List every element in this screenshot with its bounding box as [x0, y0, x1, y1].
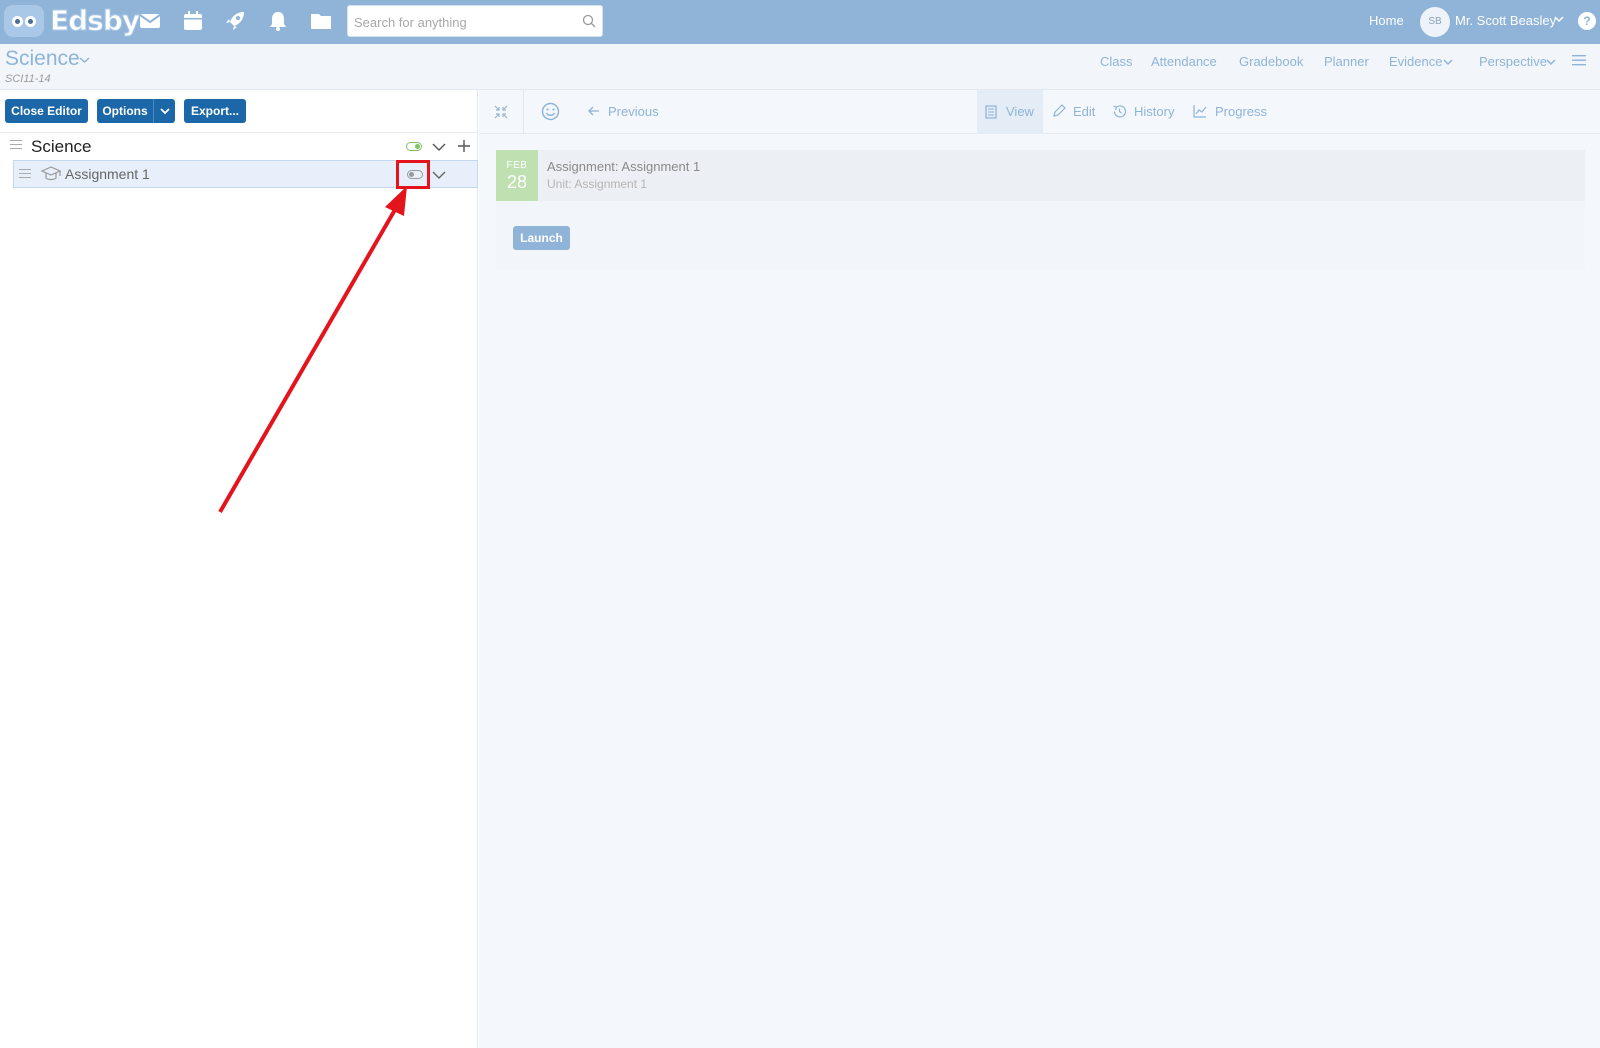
- document-icon: [985, 105, 997, 119]
- smiley-icon[interactable]: [541, 102, 560, 121]
- tab-progress[interactable]: Progress: [1215, 104, 1267, 119]
- close-editor-button[interactable]: Close Editor: [5, 99, 88, 123]
- options-dropdown-toggle[interactable]: [153, 99, 175, 123]
- pencil-icon[interactable]: [1052, 104, 1066, 118]
- tree-root-science[interactable]: Science: [0, 134, 478, 160]
- nav-planner[interactable]: Planner: [1324, 54, 1369, 69]
- visibility-toggle-icon[interactable]: [406, 142, 422, 151]
- planner-tree-panel: Close Editor Options Export... Science A…: [0, 90, 478, 1048]
- detail-toolbar: Previous View Edit History Progress: [479, 90, 1600, 134]
- tree-item-title: Assignment 1: [65, 166, 150, 182]
- nav-evidence[interactable]: Evidence: [1389, 54, 1442, 69]
- help-icon[interactable]: ?: [1578, 12, 1596, 30]
- rocket-icon[interactable]: [224, 10, 248, 34]
- tab-view-label: View: [1006, 104, 1034, 119]
- course-code: SCI11-14: [5, 73, 51, 85]
- assignment-title: Assignment: Assignment 1: [547, 159, 701, 174]
- annotation-highlight-box: [396, 160, 430, 189]
- home-link[interactable]: Home: [1369, 13, 1404, 28]
- tab-edit[interactable]: Edit: [1073, 104, 1095, 119]
- nav-perspective[interactable]: Perspective: [1479, 54, 1547, 69]
- launch-button[interactable]: Launch: [513, 226, 570, 250]
- edsby-logo[interactable]: Edsby: [4, 3, 141, 39]
- chevron-down-icon[interactable]: [432, 171, 446, 180]
- chevron-down-icon[interactable]: [432, 143, 446, 152]
- due-month: FEB: [506, 160, 528, 171]
- chevron-down-icon: [160, 108, 170, 115]
- robot-logo-icon: [4, 5, 44, 37]
- top-bar: Edsby Home SB Mr. Scott Beasley ?: [0, 0, 1600, 44]
- chart-line-icon[interactable]: [1193, 104, 1207, 118]
- nav-class[interactable]: Class: [1100, 54, 1133, 69]
- calendar-icon[interactable]: [182, 10, 206, 34]
- tab-history[interactable]: History: [1134, 104, 1174, 119]
- chevron-down-icon[interactable]: [1443, 59, 1453, 66]
- options-label: Options: [102, 104, 148, 118]
- options-button[interactable]: Options: [97, 99, 175, 123]
- mail-icon[interactable]: [139, 10, 163, 34]
- assignment-card-header: FEB 28 Assignment: Assignment 1 Unit: As…: [496, 150, 1585, 201]
- divider: [523, 90, 524, 134]
- chevron-down-icon[interactable]: [1554, 15, 1564, 23]
- chevron-down-icon[interactable]: [1546, 59, 1556, 66]
- global-search[interactable]: [347, 5, 603, 37]
- graduation-cap-icon: [41, 166, 61, 181]
- drag-handle-icon[interactable]: [19, 169, 31, 179]
- hamburger-menu-icon[interactable]: [1572, 54, 1586, 66]
- folder-icon[interactable]: [310, 10, 334, 34]
- assignment-unit: Unit: Assignment 1: [547, 177, 648, 191]
- avatar[interactable]: SB: [1420, 7, 1450, 37]
- assignment-card: FEB 28 Assignment: Assignment 1 Unit: As…: [496, 150, 1585, 270]
- search-icon[interactable]: [582, 14, 596, 28]
- previous-link[interactable]: Previous: [608, 104, 659, 119]
- nav-attendance[interactable]: Attendance: [1151, 54, 1217, 69]
- course-header: Science SCI11-14 Class Attendance Gradeb…: [0, 44, 1600, 90]
- course-title[interactable]: Science: [5, 47, 80, 71]
- item-detail-panel: Previous View Edit History Progress FEB …: [479, 90, 1600, 1048]
- export-button[interactable]: Export...: [184, 99, 246, 123]
- arrow-left-icon[interactable]: [587, 105, 600, 117]
- drag-handle-icon[interactable]: [10, 140, 22, 150]
- tree-root-title: Science: [31, 137, 92, 156]
- history-icon[interactable]: [1112, 104, 1127, 119]
- chevron-down-icon[interactable]: [79, 56, 90, 64]
- search-input[interactable]: [354, 12, 574, 32]
- bell-icon[interactable]: [267, 10, 291, 34]
- due-day: 28: [506, 172, 528, 192]
- due-date-badge: FEB 28: [496, 150, 538, 201]
- divider: [0, 132, 478, 133]
- logo-text: Edsby: [49, 4, 140, 38]
- collapse-icon[interactable]: [494, 105, 508, 119]
- tab-view[interactable]: View: [977, 90, 1043, 134]
- add-icon[interactable]: [457, 139, 471, 153]
- nav-gradebook[interactable]: Gradebook: [1239, 54, 1303, 69]
- user-menu[interactable]: Mr. Scott Beasley: [1455, 13, 1556, 28]
